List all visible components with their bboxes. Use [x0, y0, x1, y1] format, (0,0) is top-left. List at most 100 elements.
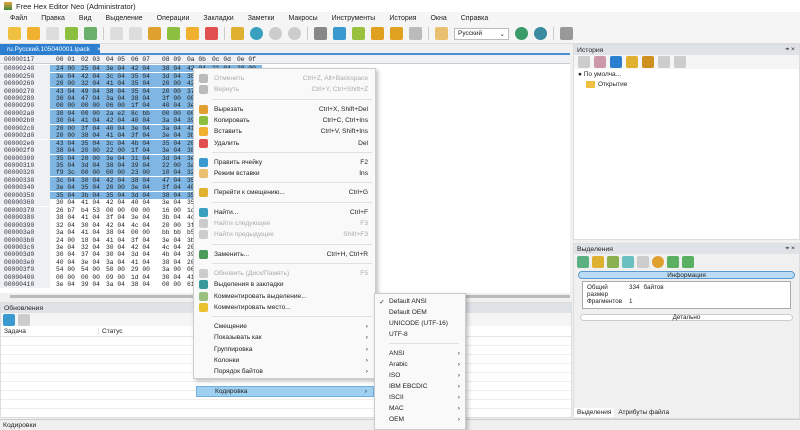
row-bytes[interactable]: 20 0038 0441 043f 043e 043b 0 — [50, 132, 212, 140]
byte-pair[interactable]: 40 04 — [162, 102, 187, 109]
redo-icon[interactable] — [129, 27, 142, 40]
menu-item[interactable]: Операции — [157, 15, 190, 22]
menu-item[interactable]: Справка — [461, 15, 488, 22]
row-bytes[interactable]: 30 0441 0442 0440 043e 0435 0 — [50, 199, 212, 206]
byte-pair[interactable]: 00 00 — [162, 281, 187, 288]
row-bytes[interactable]: 38 0441 043f 043e 043b 044c 0 — [50, 214, 212, 221]
row-bytes[interactable]: 3e 0435 0420 003e 043f 0440 0 — [50, 184, 212, 192]
encoding-item[interactable]: ✓ Default ANSI — [375, 296, 465, 307]
row-bytes[interactable]: f9 3c00 0000 0023 0010 0432 0 — [50, 169, 212, 177]
byte-pair[interactable]: 24 00 — [56, 237, 81, 244]
menu-item[interactable]: Окна — [430, 15, 446, 22]
goto-icon[interactable] — [231, 27, 244, 40]
context-menu-item[interactable]: Смещение › — [196, 321, 374, 332]
row-bytes[interactable]: 3e 0442 043c 0435 043d 0438 0 — [50, 72, 212, 80]
byte-pair[interactable]: 3e 04 — [56, 184, 81, 191]
menu-item[interactable]: Макросы — [288, 15, 317, 22]
byte-pair[interactable]: 3c 04 — [106, 140, 131, 147]
byte-pair[interactable]: 35 04 — [131, 88, 156, 95]
byte-pair[interactable]: 3e 04 — [131, 214, 156, 221]
byte-pair[interactable]: 42 04 — [106, 177, 131, 184]
menu-item[interactable]: Заметки — [248, 15, 275, 22]
context-menu-item[interactable]: Показывать как › — [196, 332, 374, 343]
byte-pair[interactable]: 3e 04 — [56, 281, 81, 288]
history-save-icon[interactable] — [674, 56, 686, 68]
save-as-icon[interactable] — [65, 27, 78, 40]
byte-pair[interactable]: 41 04 — [81, 214, 106, 221]
history-root[interactable]: ● По умолча... — [574, 69, 799, 80]
language-select[interactable]: Русский ⌄ — [454, 27, 509, 40]
byte-pair[interactable]: 3a 04 — [56, 229, 81, 236]
byte-pair[interactable]: 3f 04 — [131, 237, 156, 244]
byte-pair[interactable]: 3a 04 — [162, 125, 187, 132]
byte-pair[interactable]: 3a 04 — [162, 117, 187, 124]
find-next-icon[interactable] — [269, 27, 282, 40]
byte-pair[interactable]: 2a e2 — [106, 110, 131, 117]
byte-pair[interactable]: 38 04 — [162, 192, 187, 199]
row-bytes[interactable]: 38 0400 002a e28c bb00 0000 0 — [50, 109, 212, 117]
byte-pair[interactable]: f9 3c — [56, 169, 81, 176]
byte-pair[interactable]: 40 04 — [106, 125, 131, 132]
encoding-item[interactable]: UTF-8 — [375, 329, 465, 340]
copy-icon[interactable] — [167, 27, 180, 40]
byte-pair[interactable]: 00 00 — [81, 102, 106, 109]
row-bytes[interactable]: 00 0000 0009 001d 0430 0441 0 — [50, 274, 212, 281]
select-invert-icon[interactable] — [637, 255, 649, 268]
byte-pair[interactable]: 35 04 — [81, 140, 106, 147]
byte-pair[interactable]: 3c 04 — [56, 177, 81, 184]
byte-pair[interactable]: 20 00 — [162, 88, 187, 95]
save-icon[interactable] — [46, 27, 59, 40]
history-forward-icon[interactable] — [658, 56, 670, 68]
row-bytes[interactable]: 3e 0439 043a 0438 0400 0061 0 — [50, 281, 212, 288]
encoding-item[interactable]: Arabic › — [375, 359, 465, 370]
download-icon[interactable] — [18, 313, 30, 326]
context-menu-item[interactable]: Комментировать выделение... — [196, 291, 374, 302]
select-add-icon[interactable] — [607, 255, 619, 268]
row-bytes[interactable]: 24 0018 0441 043f 043e 043b 0 — [50, 237, 212, 244]
byte-pair[interactable]: 54 00 — [56, 266, 81, 273]
byte-pair[interactable]: 41 04 — [106, 237, 131, 244]
byte-pair[interactable]: 4c 04 — [131, 222, 156, 229]
history-back-icon[interactable] — [578, 56, 590, 68]
byte-pair[interactable]: 50 00 — [106, 266, 131, 273]
byte-pair[interactable]: 22 00 — [162, 162, 187, 169]
byte-pair[interactable]: 3d 04 — [81, 162, 106, 169]
byte-pair[interactable]: 00 00 — [131, 229, 156, 236]
byte-pair[interactable]: 06 00 — [106, 102, 131, 109]
byte-pair[interactable]: 22 00 — [106, 147, 131, 154]
delete-icon[interactable] — [205, 27, 218, 40]
byte-pair[interactable]: 38 04 — [106, 88, 131, 95]
byte-pair[interactable]: 30 04 — [162, 274, 187, 281]
save-all-icon[interactable] — [84, 27, 97, 40]
byte-pair[interactable]: 20 00 — [56, 132, 81, 139]
byte-pair[interactable]: 00 00 — [81, 274, 106, 281]
byte-pair[interactable]: 30 04 — [106, 244, 131, 251]
byte-pair[interactable]: 00 00 — [81, 169, 106, 176]
byte-pair[interactable]: 32 04 — [81, 80, 106, 87]
byte-pair[interactable]: 30 04 — [56, 95, 81, 102]
byte-pair[interactable]: 4c 04 — [162, 244, 187, 251]
byte-pair[interactable]: 43 04 — [56, 140, 81, 147]
history-item[interactable]: Открытие — [574, 80, 799, 89]
byte-pair[interactable]: 3e 04 — [81, 259, 106, 266]
byte-pair[interactable]: 3c 04 — [106, 73, 131, 80]
byte-pair[interactable]: 30 04 — [81, 222, 106, 229]
insert-mode-icon[interactable] — [435, 27, 448, 40]
byte-pair[interactable]: 20 00 — [81, 155, 106, 162]
byte-pair[interactable]: 00 00 — [56, 274, 81, 281]
byte-pair[interactable]: 40 04 — [56, 259, 81, 266]
byte-pair[interactable]: 3e 04 — [106, 65, 131, 72]
byte-pair[interactable]: 3e 04 — [56, 73, 81, 80]
menu-item[interactable]: Файл — [10, 15, 27, 22]
byte-pair[interactable]: 41 04 — [106, 80, 131, 87]
row-bytes[interactable]: 40 043e 043a 0441 0438 0420 0 — [50, 259, 212, 266]
context-menu-item[interactable]: Найти... Ctrl+F — [196, 207, 374, 218]
byte-pair[interactable]: 30 04 — [56, 251, 81, 258]
byte-pair[interactable]: 41 04 — [131, 259, 156, 266]
select-import-icon[interactable] — [682, 255, 694, 268]
byte-pair[interactable]: 35 04 — [56, 155, 81, 162]
byte-pair[interactable]: 38 04 — [56, 110, 81, 117]
byte-pair[interactable]: 41 04 — [81, 117, 106, 124]
byte-pair[interactable]: 30 04 — [81, 177, 106, 184]
row-bytes[interactable]: 43 0449 0438 0435 0420 0037 0 — [50, 87, 212, 95]
